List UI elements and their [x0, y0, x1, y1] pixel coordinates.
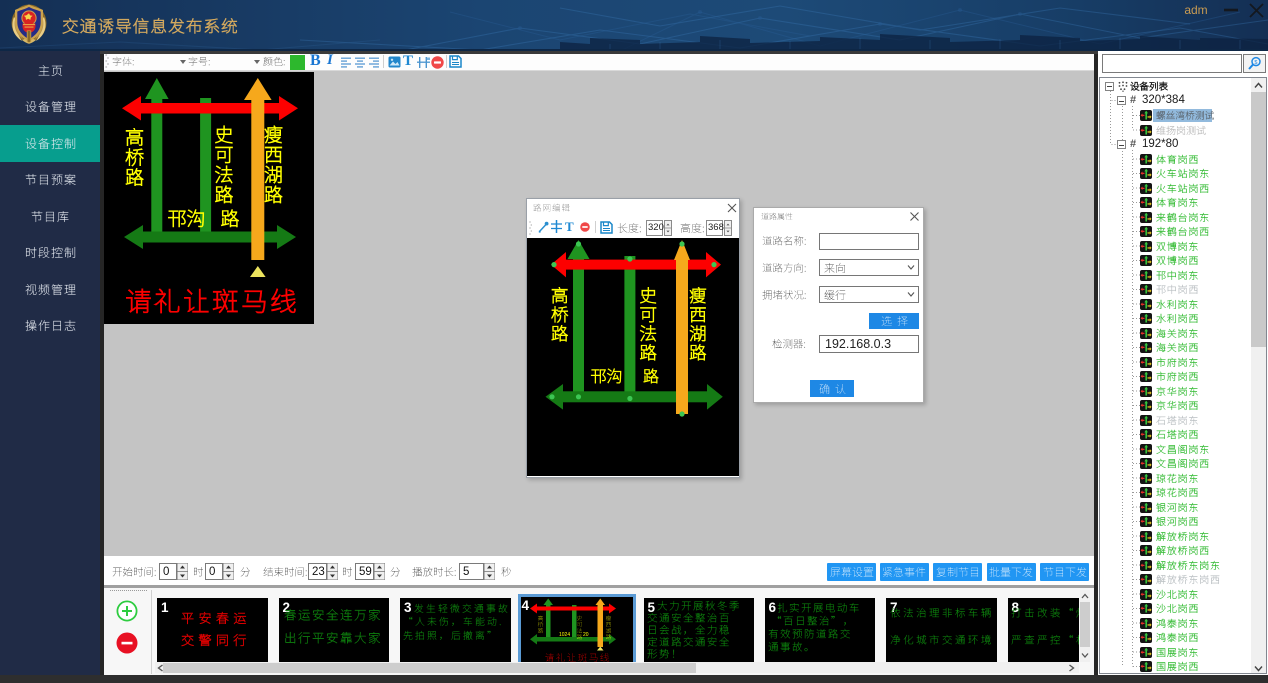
svg-text:$: $ [1254, 60, 1257, 66]
svg-text:1024: 1024 [559, 632, 570, 638]
svg-text:20: 20 [583, 632, 589, 638]
